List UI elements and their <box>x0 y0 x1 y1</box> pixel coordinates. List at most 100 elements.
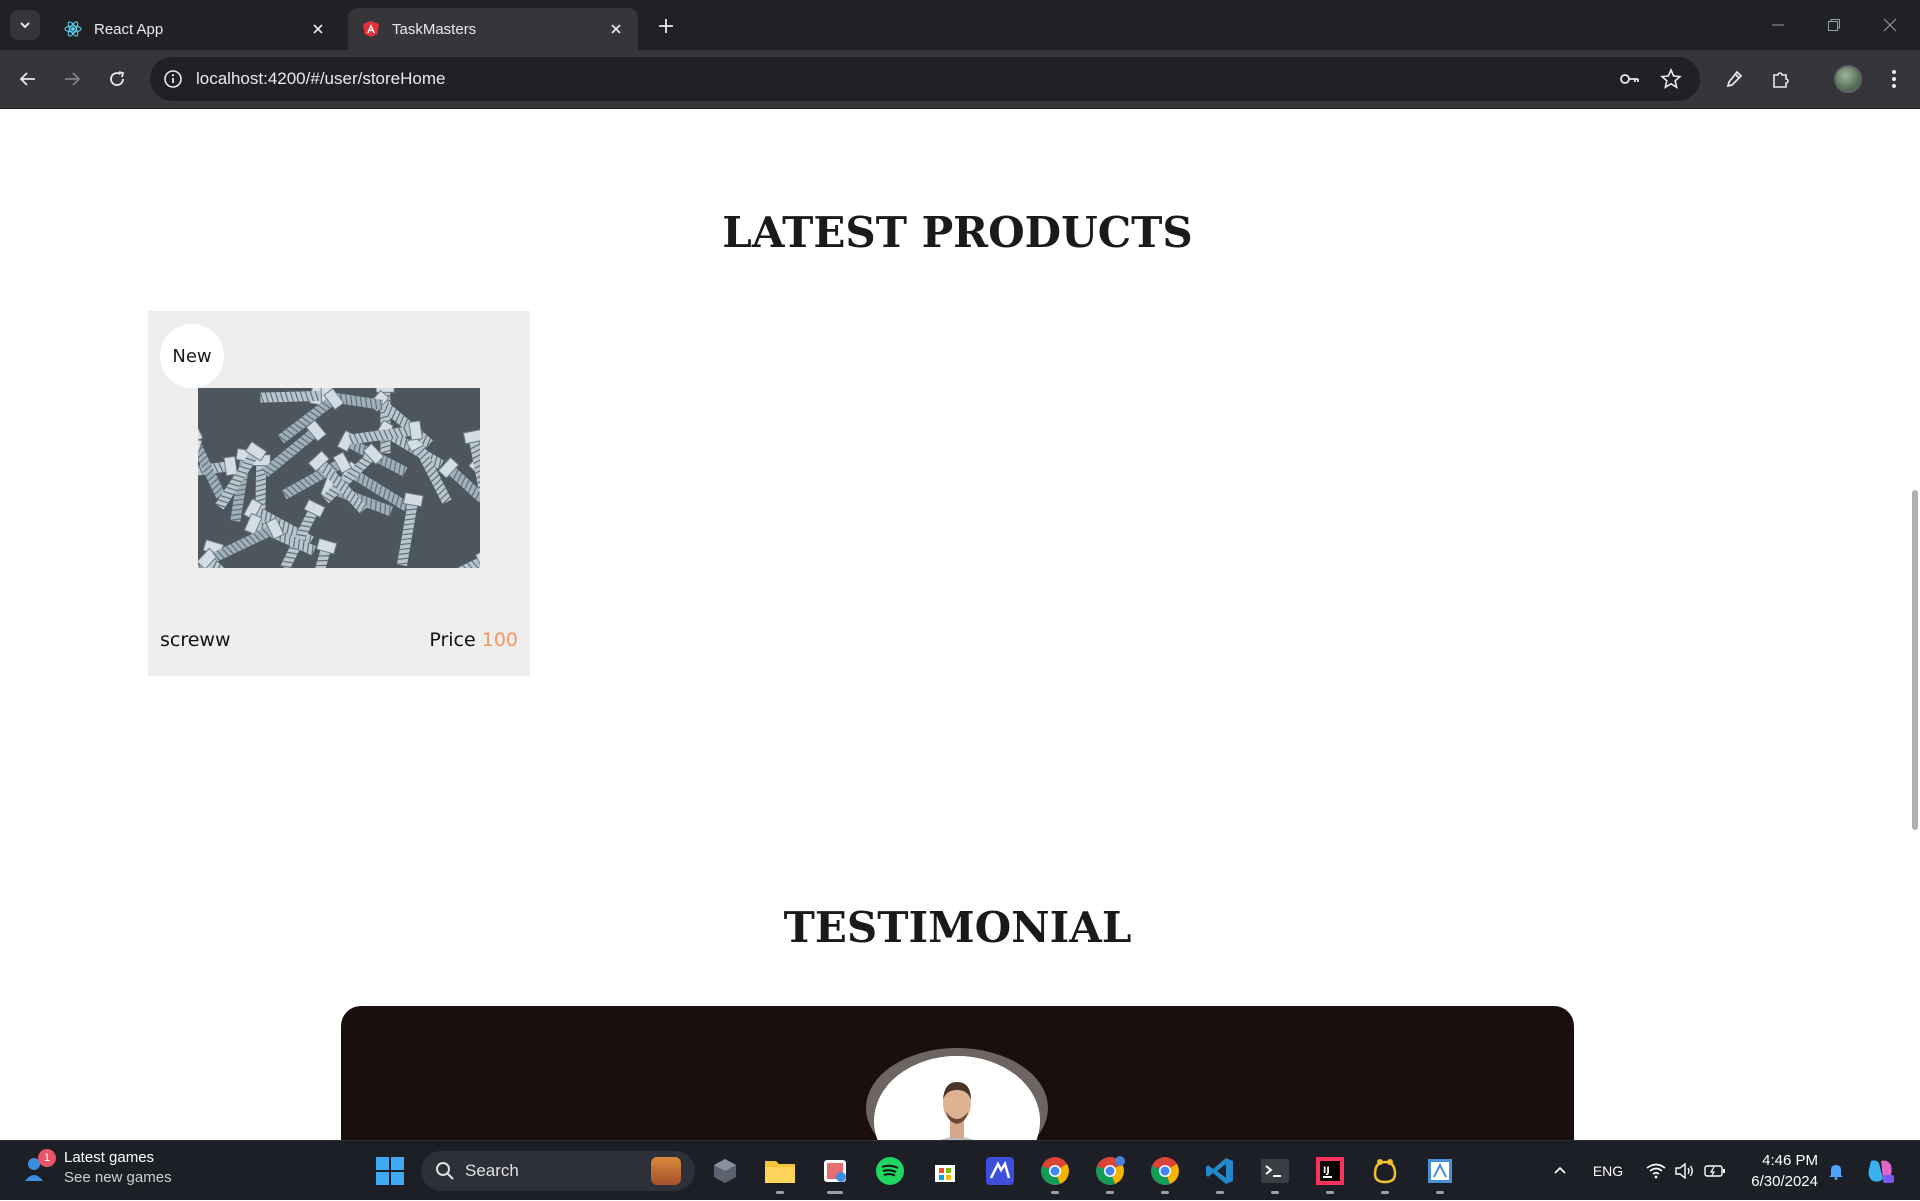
reload-button[interactable] <box>101 63 133 95</box>
intellij-button[interactable]: IJ <box>1310 1151 1350 1194</box>
microsoft-store-button[interactable] <box>925 1151 965 1191</box>
angular-icon <box>362 20 380 38</box>
clock-time: 4:46 PM <box>1762 1152 1818 1169</box>
notification-bell-icon[interactable] <box>1824 1141 1848 1201</box>
language-indicator[interactable]: ENG <box>1588 1141 1628 1201</box>
tab-title: TaskMasters <box>392 20 477 38</box>
microsoft-store-icon <box>935 1165 955 1182</box>
profile-avatar[interactable] <box>1834 65 1862 93</box>
restore-icon <box>1828 19 1840 31</box>
vscode-icon <box>1206 1158 1233 1184</box>
forward-button[interactable] <box>56 63 88 95</box>
intellij-icon: IJ <box>1316 1157 1344 1185</box>
close-icon[interactable] <box>308 19 328 39</box>
arrow-left-icon <box>19 72 35 86</box>
url-text[interactable]: localhost:4200/#/user/storeHome <box>196 69 445 89</box>
running-indicator <box>1436 1191 1444 1194</box>
back-button[interactable] <box>12 63 44 95</box>
widgets-button[interactable]: 1 Latest games See new games <box>22 1148 172 1186</box>
extensions-icon[interactable] <box>1767 65 1795 93</box>
snipping-tool-button[interactable] <box>815 1151 855 1194</box>
more-menu-icon[interactable] <box>1880 65 1908 93</box>
tab-taskmasters[interactable]: TaskMasters <box>348 8 638 50</box>
terminal-button[interactable] <box>1255 1151 1295 1194</box>
testimonial-title: TESTIMONIAL <box>783 903 1132 952</box>
running-indicator <box>1381 1191 1389 1194</box>
svg-text:IJ: IJ <box>1323 1166 1330 1176</box>
chrome-icon <box>1151 1157 1179 1185</box>
key-icon[interactable] <box>1618 68 1640 90</box>
close-window-button[interactable] <box>1862 0 1918 50</box>
product-price: Price 100 <box>429 629 518 651</box>
taskbar: 1 Latest games See new games Search IJ E… <box>0 1140 1920 1200</box>
search-highlight-icon <box>651 1157 681 1185</box>
running-indicator <box>1106 1191 1114 1194</box>
spotify-icon <box>876 1157 904 1185</box>
terminal-icon <box>1261 1159 1289 1183</box>
chevron-down-icon <box>20 22 30 29</box>
tool-button[interactable] <box>1365 1151 1405 1194</box>
latest-products-title: LATEST PRODUCTS <box>722 208 1193 257</box>
app-icon <box>1428 1159 1452 1183</box>
show-hidden-icons[interactable] <box>1548 1141 1572 1201</box>
wifi-icon[interactable] <box>1643 1141 1669 1201</box>
star-icon[interactable] <box>1660 68 1682 90</box>
tab-react-app[interactable]: React App <box>50 8 340 50</box>
chrome-button-1[interactable] <box>1035 1151 1075 1194</box>
file-explorer-icon <box>765 1161 795 1183</box>
running-indicator <box>1326 1191 1334 1194</box>
chrome-button-3[interactable] <box>1145 1151 1185 1194</box>
snipping-tool-icon <box>824 1160 846 1182</box>
clock[interactable]: 4:46 PM 6/30/2024 <box>1738 1150 1818 1192</box>
volume-icon[interactable] <box>1672 1141 1698 1201</box>
browser-tab-strip: React App TaskMasters <box>0 0 1920 50</box>
chrome-button-2[interactable] <box>1090 1151 1130 1194</box>
running-indicator <box>776 1191 784 1194</box>
page-scrollbar[interactable] <box>1908 110 1920 1140</box>
chrome-icon <box>1041 1157 1069 1185</box>
arrow-right-icon <box>65 72 81 86</box>
restore-button[interactable] <box>1806 0 1862 50</box>
avatar <box>874 1056 1040 1140</box>
tab-title: React App <box>94 20 164 38</box>
taskbar-search[interactable]: Search <box>421 1151 695 1191</box>
battery-icon[interactable] <box>1702 1141 1728 1201</box>
widget-title: Latest games <box>64 1149 155 1166</box>
minimize-icon <box>1772 24 1784 26</box>
running-indicator <box>1271 1191 1279 1194</box>
price-value: 100 <box>481 629 518 651</box>
react-icon <box>64 20 82 38</box>
tab-search-button[interactable] <box>10 10 40 40</box>
eyedropper-icon[interactable] <box>1720 65 1748 93</box>
vscode-button[interactable] <box>1200 1151 1240 1194</box>
price-label: Price <box>429 629 476 651</box>
spotify-button[interactable] <box>870 1151 910 1191</box>
info-icon[interactable] <box>162 68 184 90</box>
address-bar[interactable]: localhost:4200/#/user/storeHome <box>150 57 1700 101</box>
clock-date: 6/30/2024 <box>1751 1173 1818 1190</box>
copilot-icon[interactable] <box>1862 1141 1898 1201</box>
testimonial-avatar <box>866 1048 1048 1140</box>
product-image[interactable] <box>198 388 480 568</box>
file-explorer-button[interactable] <box>760 1151 800 1194</box>
app-button[interactable] <box>980 1151 1020 1191</box>
close-icon[interactable] <box>606 19 626 39</box>
search-label: Search <box>465 1161 519 1180</box>
windows-start-icon <box>376 1157 404 1185</box>
close-icon <box>1883 18 1897 32</box>
testimonial-card <box>341 1006 1574 1140</box>
running-indicator <box>1216 1191 1224 1194</box>
scrollbar-thumb[interactable] <box>1912 490 1918 830</box>
new-tab-button[interactable] <box>652 12 680 40</box>
screws-illustration <box>198 388 480 568</box>
task-view-button[interactable] <box>705 1151 745 1191</box>
widget-badge: 1 <box>38 1148 56 1167</box>
app-icon <box>986 1157 1014 1185</box>
start-button[interactable] <box>370 1151 410 1191</box>
app-button-2[interactable] <box>1420 1151 1460 1194</box>
product-card[interactable]: New screww Price 100 <box>148 311 530 676</box>
browser-toolbar: localhost:4200/#/user/storeHome <box>0 50 1920 109</box>
tool-icon <box>1373 1159 1397 1184</box>
page-content: LATEST PRODUCTS New screww Price 100 TES… <box>0 110 1920 1140</box>
minimize-button[interactable] <box>1750 0 1806 50</box>
